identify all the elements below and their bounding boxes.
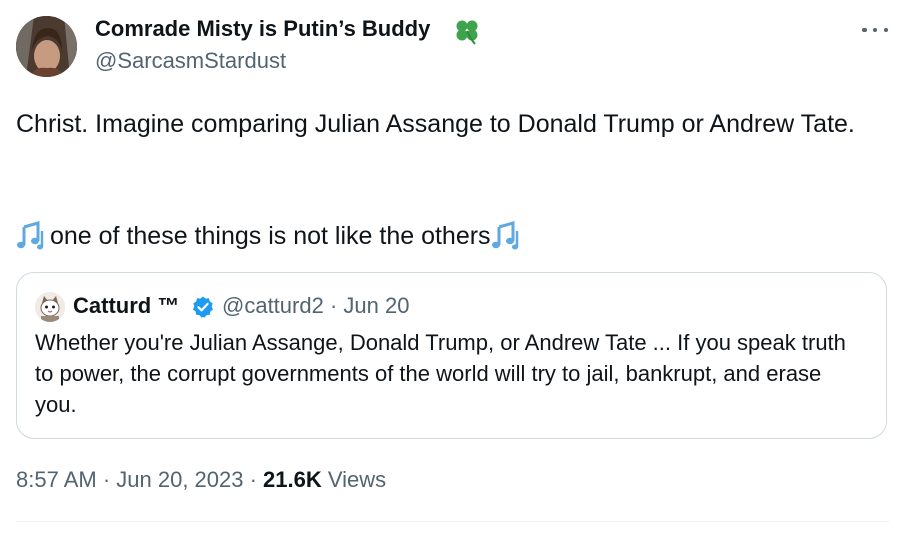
tweet-text-line2: one of these things is not like the othe… (50, 222, 491, 250)
quoted-author-avatar[interactable] (35, 292, 65, 322)
musical-notes-icon (17, 221, 44, 250)
musical-notes-icon (491, 221, 518, 250)
quoted-handle-date[interactable]: @catturd2 · Jun 20 (222, 293, 409, 319)
quoted-author-name[interactable]: Catturd ™ (73, 293, 179, 319)
tweet-text-line2-row: one of these things is not like the othe… (16, 218, 525, 254)
tweet: Comrade Misty is Putin’s Buddy @SarcasmS… (0, 0, 901, 539)
author-name[interactable]: Comrade Misty is Putin’s Buddy (95, 16, 430, 42)
quoted-tweet-text: Whether you're Julian Assange, Donald Tr… (35, 330, 846, 417)
views-label: Views (321, 467, 387, 492)
tweet-text: Christ. Imagine comparing Julian Assange… (16, 106, 876, 142)
verified-badge-icon (193, 296, 213, 318)
tweet-timestamp[interactable]: 8:57 AM · Jun 20, 2023 · (16, 467, 263, 492)
more-options-icon[interactable] (862, 20, 888, 40)
author-handle[interactable]: @SarcasmStardust (95, 48, 286, 74)
four-leaf-clover-icon (456, 20, 478, 45)
tweet-text-line1: Christ. Imagine comparing Julian Assange… (16, 110, 855, 138)
quoted-tweet[interactable]: Catturd ™ @catturd2 · Jun 20 Whether you… (16, 272, 887, 439)
views-count: 21.6K (263, 467, 322, 492)
divider (16, 521, 889, 522)
tweet-meta: 8:57 AM · Jun 20, 2023 · 21.6K Views (16, 467, 386, 493)
author-avatar[interactable] (16, 16, 77, 77)
